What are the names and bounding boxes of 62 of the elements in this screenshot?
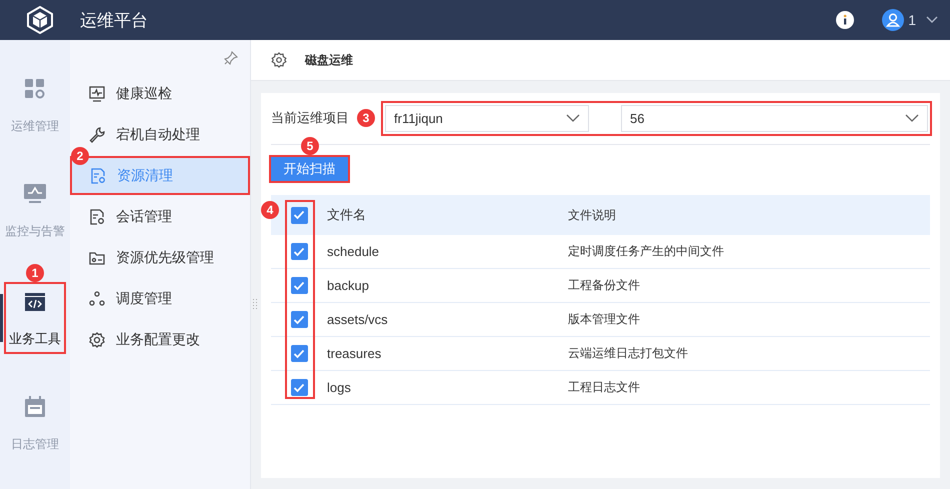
settings-icon <box>271 52 287 68</box>
callout-badge: 4 <box>261 201 279 219</box>
document-gear-icon <box>89 166 107 184</box>
checkmark-icon <box>293 210 305 220</box>
checkmark-icon <box>293 382 305 392</box>
apps-gear-icon <box>24 78 46 100</box>
cluster-select[interactable]: fr11jiqun <box>385 104 589 132</box>
column-header: 文件名 <box>327 206 367 224</box>
document-gear-icon <box>88 208 106 226</box>
table-cell-text: 版本管理文件 <box>568 311 641 328</box>
row-checkbox[interactable] <box>290 243 308 260</box>
checkmark-icon <box>293 314 305 324</box>
table-cell-text: 定时调度任务产生的中间文件 <box>568 243 725 260</box>
checkmark-icon <box>293 348 305 358</box>
field-label: 当前运维项目 <box>271 109 349 127</box>
calendar-icon <box>24 396 46 418</box>
checkmark-icon <box>293 246 305 256</box>
row-checkbox[interactable] <box>290 379 308 396</box>
code-window-icon <box>24 292 46 312</box>
callout-badge: 2 <box>71 147 89 165</box>
table-cell-text: 工程备份文件 <box>568 277 641 294</box>
gear-icon <box>88 330 106 348</box>
table-cell-text: treasures <box>327 346 382 361</box>
submenu-item[interactable]: 健康巡检 <box>70 82 250 106</box>
info-icon[interactable] <box>836 11 854 29</box>
submenu-item[interactable]: 业务配置更改 <box>70 328 250 352</box>
table-cell-text: schedule <box>327 244 380 259</box>
checkmark-icon <box>293 280 305 290</box>
callout-badge: 1 <box>26 264 44 282</box>
monitor-icon <box>23 183 47 205</box>
pulse-monitor-icon <box>88 84 106 102</box>
node-select[interactable]: 56 <box>621 104 928 132</box>
table-cell-text: 云端运维日志打包文件 <box>568 345 689 362</box>
app-title: 运维平台 <box>80 10 148 32</box>
table-cell-text: assets/vcs <box>327 312 389 327</box>
submenu-item[interactable]: 会话管理 <box>70 204 250 228</box>
select-all-checkbox[interactable] <box>290 206 308 224</box>
table-cell-text: logs <box>327 380 352 395</box>
table-cell-text: backup <box>327 278 370 293</box>
user-avatar-icon[interactable] <box>882 9 904 31</box>
column-header: 文件说明 <box>568 206 617 224</box>
rail-item[interactable]: 业务工具 <box>6 284 64 352</box>
table-cell-text: 工程日志文件 <box>568 379 641 396</box>
submenu-item[interactable]: 资源优先级管理 <box>70 246 250 270</box>
chevron-down-icon <box>905 114 919 122</box>
chevron-down-icon <box>566 114 580 122</box>
cube-logo-icon <box>26 6 54 34</box>
row-checkbox[interactable] <box>290 311 308 328</box>
user-name[interactable]: 1 <box>908 12 916 28</box>
start-scan-button[interactable]: 开始扫描 <box>271 157 348 181</box>
nodes-icon <box>88 290 106 308</box>
row-checkbox[interactable] <box>290 345 308 362</box>
callout-badge: 3 <box>357 109 375 127</box>
pin-icon[interactable] <box>224 51 238 65</box>
active-indicator <box>0 294 3 342</box>
submenu-item[interactable]: 宕机自动处理 <box>70 122 250 146</box>
wrench-icon <box>88 126 106 144</box>
submenu-item[interactable]: 调度管理 <box>70 286 250 310</box>
chevron-down-icon[interactable] <box>926 16 938 24</box>
page-title: 磁盘运维 <box>305 52 353 68</box>
row-checkbox[interactable] <box>290 277 308 294</box>
callout-badge: 5 <box>301 137 319 155</box>
